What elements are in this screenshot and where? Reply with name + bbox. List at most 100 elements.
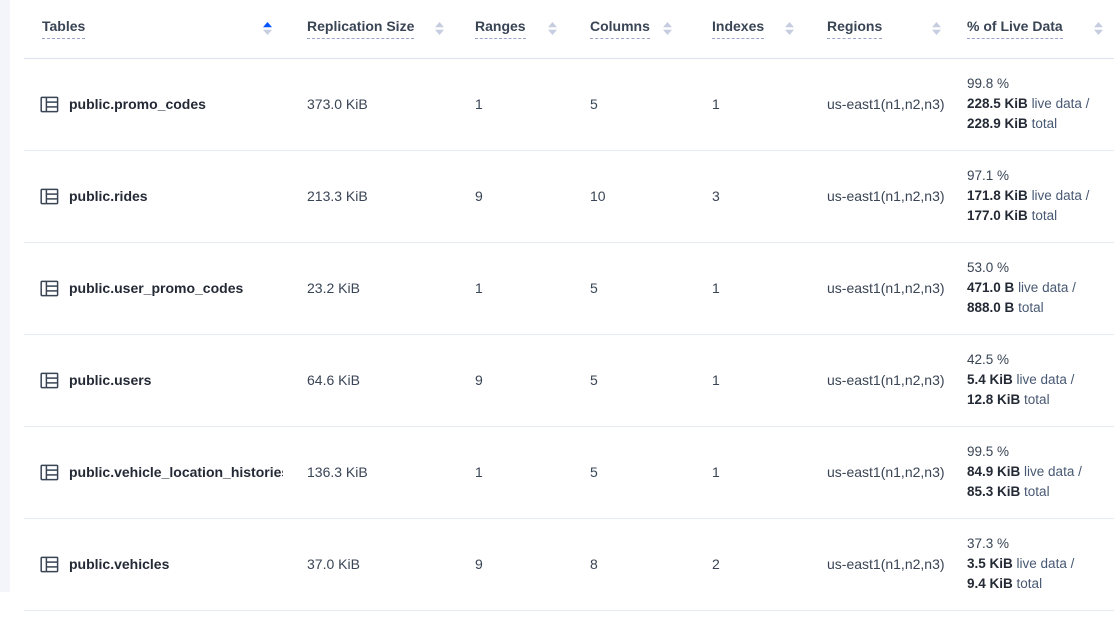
live-data-block: 99.8 % 228.5 KiB live data / 228.9 KiB t… (967, 74, 1110, 134)
columns-value: 8 (568, 518, 683, 610)
table-name[interactable]: public.users (69, 372, 151, 388)
indexes-value: 1 (683, 58, 805, 150)
ranges-value: 1 (455, 58, 568, 150)
sort-arrows-icon[interactable] (1093, 21, 1104, 36)
ranges-value: 1 (455, 242, 568, 334)
table-name[interactable]: public.user_promo_codes (69, 280, 243, 296)
table-row: public.users 64.6 KiB 9 5 1 us-east1(n1,… (24, 334, 1114, 426)
column-header-indexes[interactable]: Indexes (683, 0, 805, 58)
indexes-value: 1 (683, 426, 805, 518)
live-data-amount: 5.4 KiB live data / (967, 370, 1110, 390)
table-link[interactable]: public.promo_codes (40, 95, 275, 114)
live-data-percent: 97.1 % (967, 166, 1110, 186)
live-data-block: 99.5 % 84.9 KiB live data / 85.3 KiB tot… (967, 442, 1110, 502)
indexes-value: 1 (683, 242, 805, 334)
ranges-value: 9 (455, 518, 568, 610)
column-header-label: Replication Size (307, 18, 414, 39)
sort-arrows-icon[interactable] (262, 21, 273, 36)
live-data-block: 97.1 % 171.8 KiB live data / 177.0 KiB t… (967, 166, 1110, 226)
table-name[interactable]: public.vehicle_location_histories (69, 464, 283, 480)
table-link[interactable]: public.vehicles (40, 555, 275, 574)
table-name[interactable]: public.rides (69, 188, 148, 204)
column-header-regions[interactable]: Regions (805, 0, 952, 58)
table-icon (40, 555, 59, 574)
table-icon (40, 95, 59, 114)
table-body: public.promo_codes 373.0 KiB 1 5 1 us-ea… (24, 58, 1114, 610)
live-data-block: 37.3 % 3.5 KiB live data / 9.4 KiB total (967, 534, 1110, 594)
total-data-amount: 228.9 KiB total (967, 114, 1110, 134)
total-data-amount: 888.0 B total (967, 298, 1110, 318)
regions-value: us-east1(n1,n2,n3) (805, 426, 952, 518)
table-icon (40, 463, 59, 482)
table-name[interactable]: public.promo_codes (69, 96, 206, 112)
regions-value: us-east1(n1,n2,n3) (805, 242, 952, 334)
live-data-amount: 84.9 KiB live data / (967, 462, 1110, 482)
replication-size-value: 23.2 KiB (283, 242, 455, 334)
live-data-percent: 42.5 % (967, 350, 1110, 370)
table-row: public.vehicle_location_histories 136.3 … (24, 426, 1114, 518)
header-row: Tables Replication Size Ranges (24, 0, 1114, 58)
columns-value: 5 (568, 426, 683, 518)
live-data-amount: 471.0 B live data / (967, 278, 1110, 298)
live-data-amount: 171.8 KiB live data / (967, 186, 1110, 206)
sort-arrows-icon[interactable] (784, 21, 795, 36)
replication-size-value: 373.0 KiB (283, 58, 455, 150)
live-data-amount: 3.5 KiB live data / (967, 554, 1110, 574)
replication-size-value: 37.0 KiB (283, 518, 455, 610)
column-header-label: Regions (827, 18, 882, 39)
columns-value: 5 (568, 334, 683, 426)
database-tables-list: Tables Replication Size Ranges (24, 0, 1114, 611)
live-data-amount: 228.5 KiB live data / (967, 94, 1110, 114)
total-data-amount: 177.0 KiB total (967, 206, 1110, 226)
table-link[interactable]: public.users (40, 371, 275, 390)
ranges-value: 9 (455, 150, 568, 242)
column-header-label: Indexes (712, 18, 764, 39)
column-header-label: % of Live Data (967, 18, 1063, 39)
table-row: public.rides 213.3 KiB 9 10 3 us-east1(n… (24, 150, 1114, 242)
column-header-label: Tables (42, 18, 85, 39)
regions-value: us-east1(n1,n2,n3) (805, 518, 952, 610)
live-data-percent: 99.5 % (967, 442, 1110, 462)
ranges-value: 9 (455, 334, 568, 426)
columns-value: 5 (568, 58, 683, 150)
table-row: public.user_promo_codes 23.2 KiB 1 5 1 u… (24, 242, 1114, 334)
table-row: public.promo_codes 373.0 KiB 1 5 1 us-ea… (24, 58, 1114, 150)
live-data-percent: 99.8 % (967, 74, 1110, 94)
total-data-amount: 85.3 KiB total (967, 482, 1110, 502)
table-row: public.vehicles 37.0 KiB 9 8 2 us-east1(… (24, 518, 1114, 610)
table-link[interactable]: public.vehicle_location_histories (40, 463, 275, 482)
indexes-value: 3 (683, 150, 805, 242)
column-header-label: Columns (590, 18, 650, 39)
column-header-live-data[interactable]: % of Live Data (952, 0, 1114, 58)
table-link[interactable]: public.rides (40, 187, 275, 206)
replication-size-value: 213.3 KiB (283, 150, 455, 242)
columns-value: 10 (568, 150, 683, 242)
replication-size-value: 136.3 KiB (283, 426, 455, 518)
live-data-percent: 53.0 % (967, 258, 1110, 278)
regions-value: us-east1(n1,n2,n3) (805, 58, 952, 150)
indexes-value: 1 (683, 334, 805, 426)
indexes-value: 2 (683, 518, 805, 610)
sort-arrows-icon[interactable] (547, 21, 558, 36)
column-header-label: Ranges (475, 18, 526, 39)
live-data-block: 42.5 % 5.4 KiB live data / 12.8 KiB tota… (967, 350, 1110, 410)
regions-value: us-east1(n1,n2,n3) (805, 150, 952, 242)
total-data-amount: 12.8 KiB total (967, 390, 1110, 410)
ranges-value: 1 (455, 426, 568, 518)
page-background-strip (0, 0, 10, 592)
table-link[interactable]: public.user_promo_codes (40, 279, 275, 298)
column-header-columns[interactable]: Columns (568, 0, 683, 58)
sort-arrows-icon[interactable] (434, 21, 445, 36)
table-icon (40, 187, 59, 206)
replication-size-value: 64.6 KiB (283, 334, 455, 426)
table-name[interactable]: public.vehicles (69, 556, 169, 572)
sort-arrows-icon[interactable] (931, 21, 942, 36)
sort-arrows-icon[interactable] (662, 21, 673, 36)
table-icon (40, 279, 59, 298)
table-icon (40, 371, 59, 390)
column-header-tables[interactable]: Tables (24, 0, 283, 58)
column-header-replication-size[interactable]: Replication Size (283, 0, 455, 58)
column-header-ranges[interactable]: Ranges (455, 0, 568, 58)
live-data-percent: 37.3 % (967, 534, 1110, 554)
live-data-block: 53.0 % 471.0 B live data / 888.0 B total (967, 258, 1110, 318)
